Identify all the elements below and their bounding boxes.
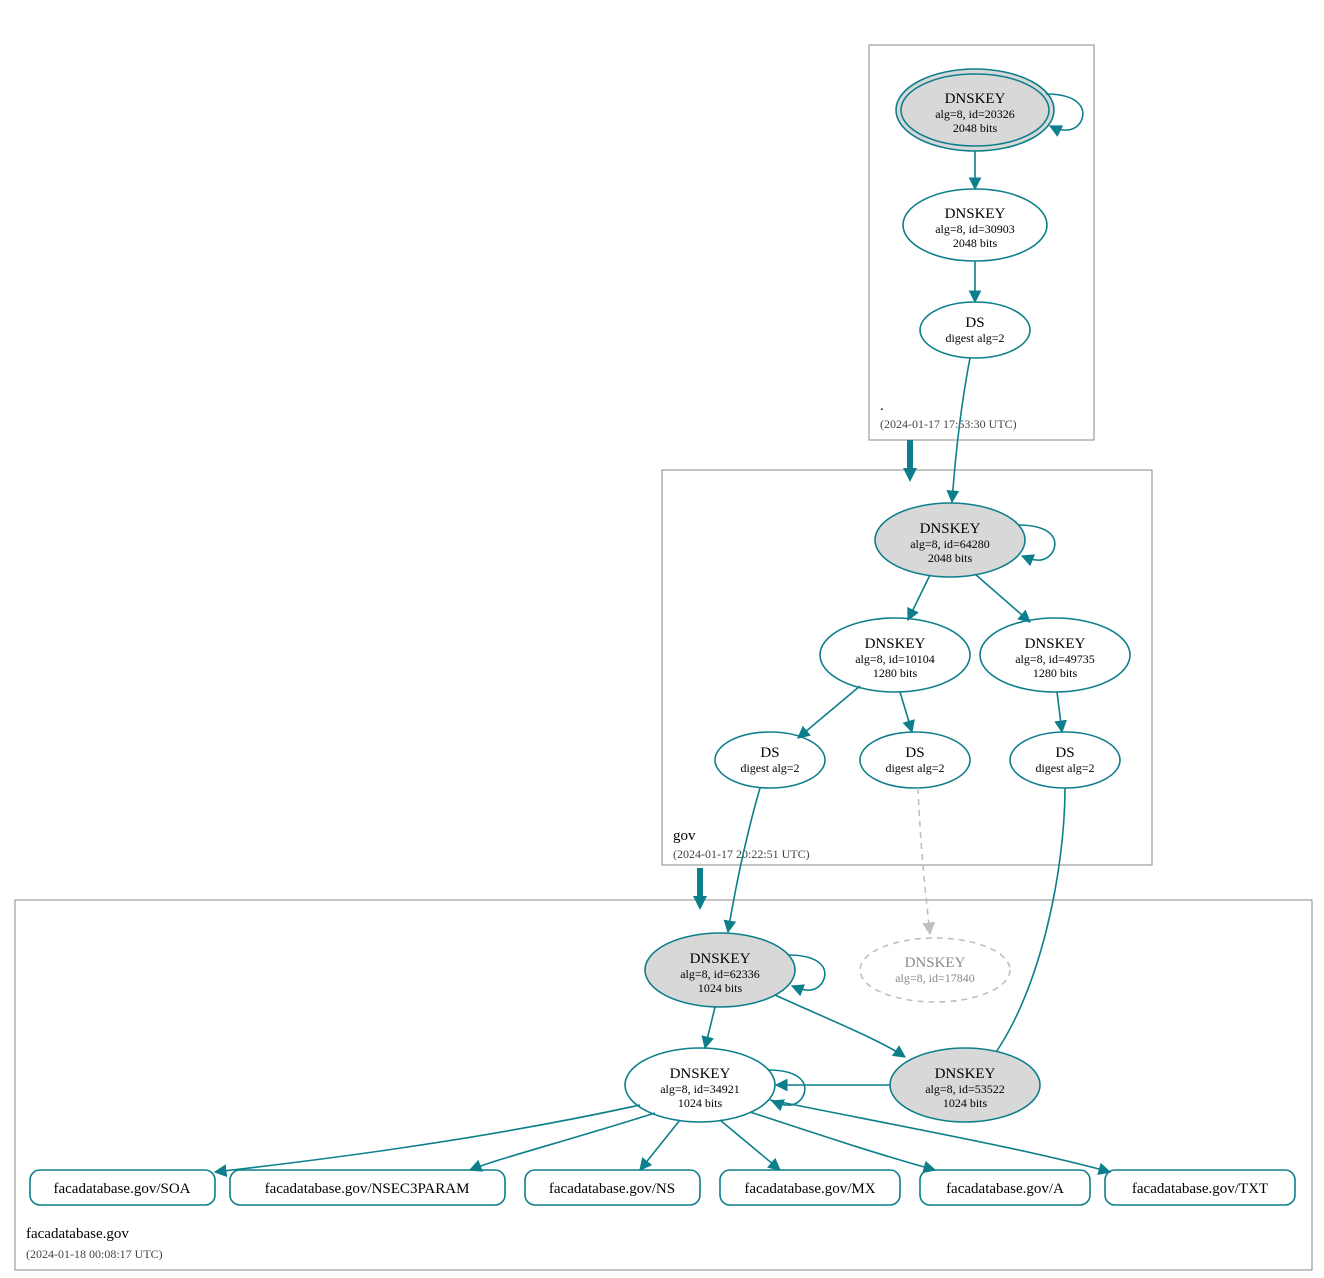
node-gov-ds1: DS digest alg=2: [715, 732, 825, 788]
dom-k2-l3: 1024 bits: [943, 1096, 988, 1110]
node-root-ds: DS digest alg=2: [920, 302, 1030, 358]
rr-mx: facadatabase.gov/MX: [720, 1170, 900, 1205]
gov-ds1-l1: DS: [760, 745, 779, 761]
edge-ds3-domk2: [985, 788, 1065, 1067]
root-ds-l1: DS: [965, 315, 984, 331]
root-zsk-l1: DNSKEY: [945, 206, 1006, 222]
node-root-zsk: DNSKEY alg=8, id=30903 2048 bits: [903, 189, 1047, 261]
dnssec-diagram: . (2024-01-17 17:53:30 UTC) gov (2024-01…: [0, 0, 1324, 1278]
gov-k2-l3: 1280 bits: [1033, 666, 1078, 680]
root-zsk-l2: alg=8, id=30903: [935, 222, 1015, 236]
dom-ghost-l2: alg=8, id=17840: [895, 971, 975, 985]
gov-ds1-l2: digest alg=2: [740, 761, 799, 775]
rr-ns: facadatabase.gov/NS: [525, 1170, 700, 1205]
gov-ds3-l2: digest alg=2: [1035, 761, 1094, 775]
zone-root-time: (2024-01-17 17:53:30 UTC): [880, 417, 1017, 431]
root-ksk-l2: alg=8, id=20326: [935, 107, 1015, 121]
node-gov-ksk: DNSKEY alg=8, id=64280 2048 bits: [875, 503, 1025, 577]
dom-k2-l2: alg=8, id=53522: [925, 1082, 1005, 1096]
edge-zsk-soa: [215, 1105, 640, 1172]
node-gov-zsk: DNSKEY alg=8, id=10104 1280 bits: [820, 618, 970, 692]
edge-ds2-ghost: [918, 788, 930, 934]
gov-zsk-l1: DNSKEY: [865, 636, 926, 652]
rr-txt: facadatabase.gov/TXT: [1105, 1170, 1295, 1205]
gov-ds2-l2: digest alg=2: [885, 761, 944, 775]
dom-ksk-l3: 1024 bits: [698, 981, 743, 995]
node-dom-k2: DNSKEY alg=8, id=53522 1024 bits: [890, 1048, 1040, 1122]
rr-mx-label: facadatabase.gov/MX: [744, 1181, 875, 1197]
rr-soa-label: facadatabase.gov/SOA: [53, 1181, 190, 1197]
dom-ghost-l1: DNSKEY: [905, 955, 966, 971]
gov-ds2-l1: DS: [905, 745, 924, 761]
edge-gksk-gzsk: [908, 575, 930, 620]
node-dom-zsk: DNSKEY alg=8, id=34921 1024 bits: [625, 1048, 775, 1122]
rr-a-label: facadatabase.gov/A: [946, 1181, 1064, 1197]
root-zsk-l3: 2048 bits: [953, 236, 998, 250]
edge-gksk-gk2: [975, 574, 1030, 622]
node-gov-ds3: DS digest alg=2: [1010, 732, 1120, 788]
dom-k2-l1: DNSKEY: [935, 1066, 996, 1082]
zone-gov-title: gov: [673, 828, 696, 844]
gov-ds3-l1: DS: [1055, 745, 1074, 761]
rr-soa: facadatabase.gov/SOA: [30, 1170, 215, 1205]
gov-ksk-l2: alg=8, id=64280: [910, 537, 990, 551]
edge-dksk-dk2: [775, 995, 905, 1057]
dom-zsk-l1: DNSKEY: [670, 1066, 731, 1082]
rr-a: facadatabase.gov/A: [920, 1170, 1090, 1205]
node-dom-ghost: DNSKEY alg=8, id=17840: [860, 938, 1010, 1002]
rr-txt-label: facadatabase.gov/TXT: [1132, 1181, 1268, 1197]
zone-root-title: .: [880, 398, 884, 414]
gov-k2-l2: alg=8, id=49735: [1015, 652, 1095, 666]
dom-ksk-l2: alg=8, id=62336: [680, 967, 760, 981]
dom-zsk-l2: alg=8, id=34921: [660, 1082, 740, 1096]
edge-gzsk-ds1: [798, 686, 860, 738]
node-root-ksk: DNSKEY alg=8, id=20326 2048 bits: [896, 69, 1054, 151]
zone-domain-time: (2024-01-18 00:08:17 UTC): [26, 1247, 163, 1261]
gov-ksk-l3: 2048 bits: [928, 551, 973, 565]
zone-domain-title: facadatabase.gov: [26, 1226, 129, 1242]
dom-ksk-l1: DNSKEY: [690, 951, 751, 967]
edge-zsk-ns: [640, 1120, 680, 1170]
edge-zsk-a: [750, 1112, 935, 1170]
edge-gov-to-domain-head: [693, 896, 707, 910]
rr-ns-label: facadatabase.gov/NS: [549, 1181, 675, 1197]
root-ds-l2: digest alg=2: [945, 331, 1004, 345]
gov-zsk-l2: alg=8, id=10104: [855, 652, 935, 666]
edge-zsk-mx: [720, 1120, 780, 1170]
dom-zsk-l3: 1024 bits: [678, 1096, 723, 1110]
gov-zsk-l3: 1280 bits: [873, 666, 918, 680]
root-ksk-l3: 2048 bits: [953, 121, 998, 135]
root-ksk-l1: DNSKEY: [945, 91, 1006, 107]
node-gov-k2: DNSKEY alg=8, id=49735 1280 bits: [980, 618, 1130, 692]
node-gov-ds2: DS digest alg=2: [860, 732, 970, 788]
gov-k2-l1: DNSKEY: [1025, 636, 1086, 652]
gov-ksk-l1: DNSKEY: [920, 521, 981, 537]
rr-nsec3param: facadatabase.gov/NSEC3PARAM: [230, 1170, 505, 1205]
edge-root-to-gov-head: [903, 468, 917, 482]
rr-nsec3param-label: facadatabase.gov/NSEC3PARAM: [265, 1181, 470, 1197]
edge-gk2-ds3: [1057, 692, 1062, 732]
node-dom-ksk: DNSKEY alg=8, id=62336 1024 bits: [645, 933, 795, 1007]
edge-gzsk-ds2: [900, 692, 912, 732]
edge-dksk-dzsk: [705, 1007, 715, 1048]
